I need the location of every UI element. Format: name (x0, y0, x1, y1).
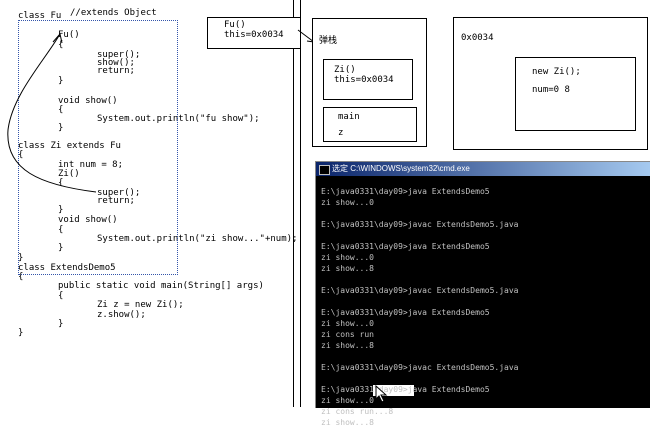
cmd-line: zi show...0 (321, 319, 374, 328)
divider (293, 0, 294, 407)
cmd-icon (319, 165, 330, 175)
cmd-line (321, 274, 518, 285)
cmd-line: zi show...0 (321, 253, 374, 262)
heap-area: 0x0034 new Zi(); num=0 8 (453, 17, 648, 150)
main-frame-z: z (338, 128, 344, 138)
cmd-line: zi show...0 (321, 396, 374, 405)
cmd-line: E:\java0331\day09>java ExtendsDemo5 (321, 187, 490, 196)
main-frame-name: main (338, 112, 360, 122)
cmd-line: zi show...8 (321, 341, 374, 350)
cmd-line: E:\java0331\day09>java ExtendsDemo5 (321, 308, 490, 317)
cmd-line: E:\java0331\day09>javac ExtendsDemo5.jav… (321, 363, 519, 372)
cmd-titlebar[interactable]: 选定 C:\WINDOWS\system32\cmd.exe (316, 162, 650, 176)
heap-obj-num: num=0 8 (532, 85, 570, 95)
annotation-arrows (7, 32, 97, 193)
cmd-line: zi show...8 (321, 418, 374, 427)
cmd-line (321, 351, 518, 362)
cmd-line (321, 296, 518, 307)
cmd-line: zi show...0 (321, 198, 374, 207)
cmd-line: zi show...8 (321, 264, 374, 273)
heap-obj-new: new Zi(); (532, 67, 581, 77)
cmd-line (321, 208, 518, 219)
cmd-title-text: 选定 C:\WINDOWS\system32\cmd.exe (332, 164, 470, 173)
zi-heap-object: new Zi(); num=0 8 (515, 57, 636, 131)
stack-area: 弹栈 Zi() this=0x0034 main z (312, 18, 427, 147)
cursor-icon (375, 385, 388, 403)
divider (300, 0, 301, 407)
heap-address: 0x0034 (461, 33, 494, 43)
cmd-window[interactable]: 选定 C:\WINDOWS\system32\cmd.exe E:\java03… (315, 161, 650, 427)
cmd-line: E:\java0331\day09>java ExtendsDemo5 (321, 385, 490, 394)
zi-stack-frame: Zi() this=0x0034 (323, 59, 413, 100)
main-stack-frame: main z (323, 107, 417, 142)
cmd-line (321, 373, 518, 384)
cmd-line: zi cons run (321, 330, 374, 339)
fu-frame-name: Fu() (224, 20, 246, 30)
cmd-line: E:\java0331\day09>javac ExtendsDemo5.jav… (321, 286, 519, 295)
cmd-line (321, 230, 518, 241)
cmd-line: E:\java0331\day09>javac ExtendsDemo5.jav… (321, 220, 519, 229)
zi-frame-name: Zi() (334, 65, 356, 75)
stack-label: 弹栈 (319, 36, 338, 46)
fu-stack-frame: Fu() this=0x0034 (207, 17, 301, 49)
cmd-line: E:\java0331\day09>java ExtendsDemo5 (321, 242, 490, 251)
cmd-line: zi cons run...8 (321, 407, 394, 416)
zi-frame-this: this=0x0034 (334, 75, 394, 85)
cmd-output[interactable]: E:\java0331\day09>java ExtendsDemo5 zi s… (321, 186, 518, 428)
fu-frame-this: this=0x0034 (224, 30, 284, 40)
